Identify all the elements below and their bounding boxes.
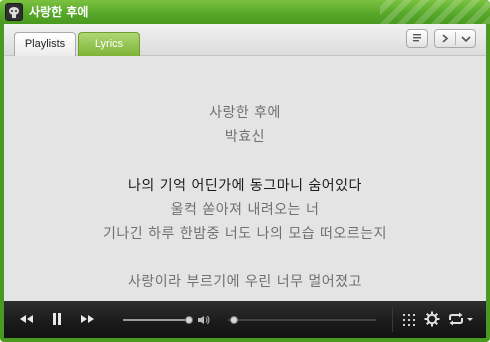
next-button[interactable] bbox=[435, 30, 455, 47]
grid-icon bbox=[403, 314, 415, 326]
list-view-button[interactable] bbox=[406, 29, 428, 48]
artist-name: 박효신 bbox=[224, 129, 266, 145]
app-window: 사랑한 후에 Playlists Lyrics 사랑한 후에 박효신 나의 기억… bbox=[0, 0, 490, 342]
app-logo-icon bbox=[5, 3, 23, 21]
fast-forward-icon bbox=[81, 315, 94, 323]
list-icon bbox=[413, 34, 421, 42]
volume-icon bbox=[198, 315, 210, 325]
main-panel: Playlists Lyrics 사랑한 후에 박효신 나의 기억 어딘가에 동… bbox=[4, 24, 486, 338]
title-bar-decoration bbox=[380, 0, 490, 24]
volume-slider[interactable] bbox=[228, 319, 376, 321]
lyric-line-current: 나의 기억 어딘가에 동그마니 숨어있다 bbox=[128, 178, 362, 194]
divider bbox=[392, 307, 393, 332]
gear-icon bbox=[424, 311, 440, 327]
title-bar[interactable]: 사랑한 후에 bbox=[0, 0, 490, 24]
pause-icon bbox=[53, 313, 61, 325]
playback-controls bbox=[4, 301, 486, 338]
visualizer-button[interactable] bbox=[402, 313, 416, 327]
fast-forward-button[interactable] bbox=[78, 312, 96, 326]
song-title: 사랑한 후에 bbox=[209, 105, 281, 121]
navigation-button-group bbox=[434, 29, 476, 48]
volume-button[interactable] bbox=[197, 313, 211, 327]
pause-button[interactable] bbox=[50, 311, 64, 327]
repeat-button[interactable] bbox=[447, 312, 475, 326]
tab-lyrics[interactable]: Lyrics bbox=[78, 32, 140, 56]
dropdown-button[interactable] bbox=[456, 30, 476, 47]
lyric-line: 울컥 쏟아져 내려오는 너 bbox=[170, 202, 320, 218]
seek-handle[interactable] bbox=[185, 316, 193, 324]
window-title: 사랑한 후에 bbox=[29, 5, 89, 19]
volume-handle[interactable] bbox=[230, 316, 238, 324]
lyric-line: 기나긴 하루 한밤중 너도 나의 모습 떠오르는지 bbox=[103, 226, 387, 242]
tab-playlists[interactable]: Playlists bbox=[14, 32, 76, 56]
tab-bar: Playlists Lyrics bbox=[4, 24, 486, 56]
rewind-button[interactable] bbox=[18, 312, 36, 326]
repeat-icon bbox=[449, 312, 473, 326]
settings-button[interactable] bbox=[424, 311, 440, 327]
chevron-down-icon bbox=[461, 36, 471, 43]
lyrics-view: 사랑한 후에 박효신 나의 기억 어딘가에 동그마니 숨어있다 울컥 쏟아져 내… bbox=[4, 57, 486, 301]
rewind-icon bbox=[20, 315, 33, 323]
chevron-right-icon bbox=[442, 34, 449, 43]
lyrics-fade-overlay bbox=[4, 287, 486, 301]
seek-bar[interactable] bbox=[123, 319, 189, 321]
